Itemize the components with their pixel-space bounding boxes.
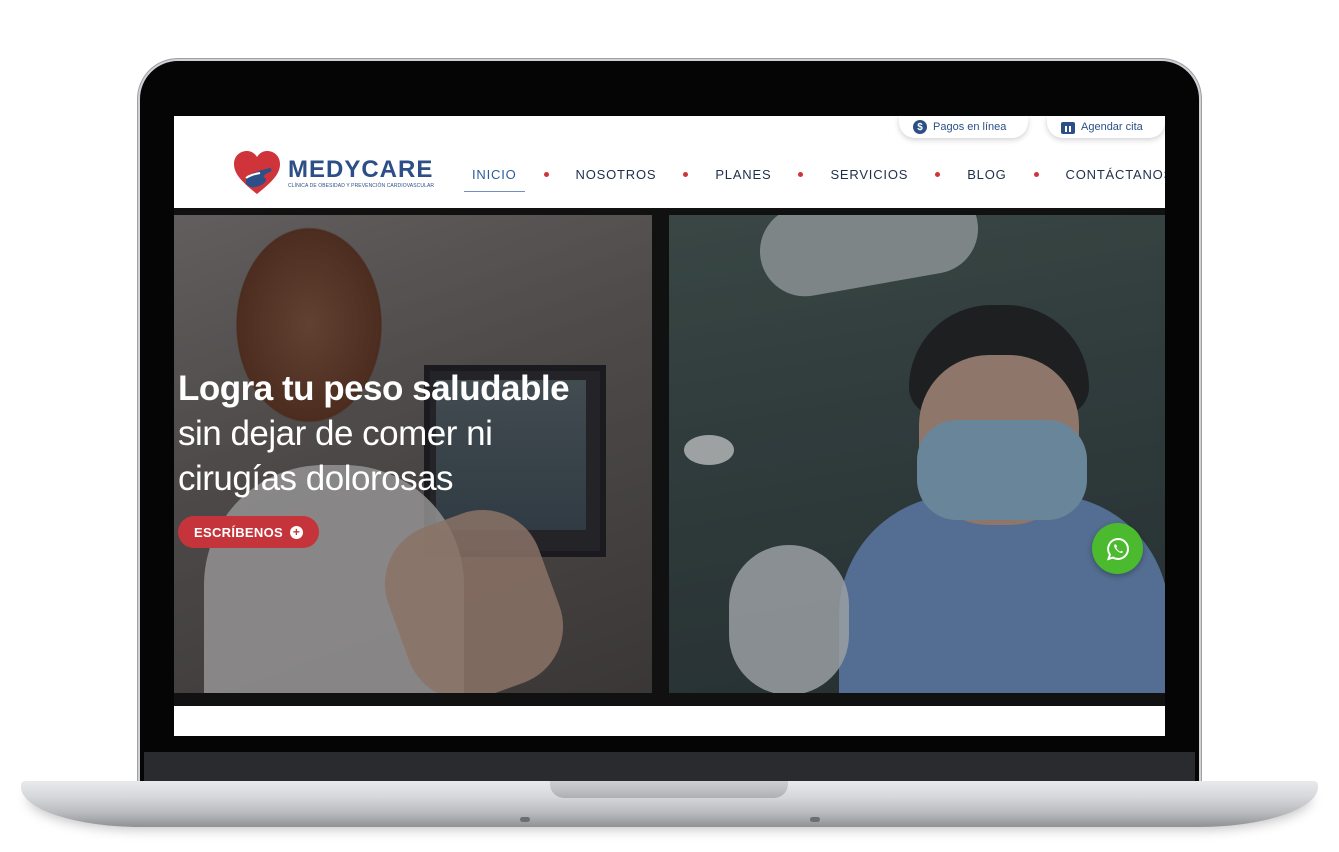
laptop-foot <box>520 817 530 822</box>
nav-separator-dot <box>683 171 689 177</box>
site-header: $ Pagos en línea Agendar cita MEDYCARE C… <box>174 116 1165 208</box>
hero-headline-line2: sin dejar de comer ni <box>178 414 493 453</box>
nav-item-nosotros[interactable]: NOSOTROS <box>568 167 665 182</box>
brand-tagline: CLÍNICA DE OBESIDAD Y PREVENCIÓN CARDIOV… <box>288 182 435 189</box>
laptop-foot <box>810 817 820 822</box>
laptop-screen: $ Pagos en línea Agendar cita MEDYCARE C… <box>174 116 1165 736</box>
nav-separator-dot <box>935 171 941 177</box>
hero-photo-surgeon <box>669 215 1165 693</box>
dollar-coin-icon: $ <box>913 120 927 134</box>
nav-item-servicios[interactable]: SERVICIOS <box>822 167 916 182</box>
laptop-notch <box>550 781 788 798</box>
online-payments-label: Pagos en línea <box>933 121 1007 133</box>
content-strip <box>174 706 1165 736</box>
hero-headline-line3: cirugías dolorosas <box>178 459 454 498</box>
nav-item-inicio[interactable]: INICIO <box>464 167 525 192</box>
brand-name: MEDYCARE <box>288 155 434 183</box>
nav-item-planes[interactable]: PLANES <box>707 167 779 182</box>
write-us-label: ESCRÍBENOS <box>194 524 283 540</box>
nav-separator-dot <box>798 171 804 177</box>
nav-item-contactanos[interactable]: CONTÁCTANOS <box>1058 167 1165 182</box>
nav-item-blog[interactable]: BLOG <box>959 167 1014 182</box>
online-payments-button[interactable]: $ Pagos en línea <box>899 116 1028 138</box>
write-us-button[interactable]: ESCRÍBENOS + <box>178 516 319 548</box>
whatsapp-icon <box>1106 537 1129 561</box>
main-nav: INICIO NOSOTROS PLANES SERVICIOS BLOG CO… <box>464 164 1165 192</box>
calendar-icon <box>1061 120 1075 134</box>
plus-circle-icon: + <box>289 525 303 539</box>
book-appointment-button[interactable]: Agendar cita <box>1047 116 1165 138</box>
nav-separator-dot <box>543 171 549 177</box>
whatsapp-button[interactable] <box>1092 523 1143 574</box>
heart-hand-logo-icon <box>234 151 280 194</box>
nav-separator-dot <box>1033 171 1039 177</box>
book-appointment-label: Agendar cita <box>1081 121 1143 133</box>
hero-headline: Logra tu peso saludable sin dejar de com… <box>178 366 570 501</box>
laptop-hinge <box>144 752 1195 782</box>
hero-headline-bold: Logra tu peso saludable <box>178 369 570 408</box>
brand-logo[interactable]: MEDYCARE CLÍNICA DE OBESIDAD Y PREVENCIÓ… <box>232 148 434 198</box>
